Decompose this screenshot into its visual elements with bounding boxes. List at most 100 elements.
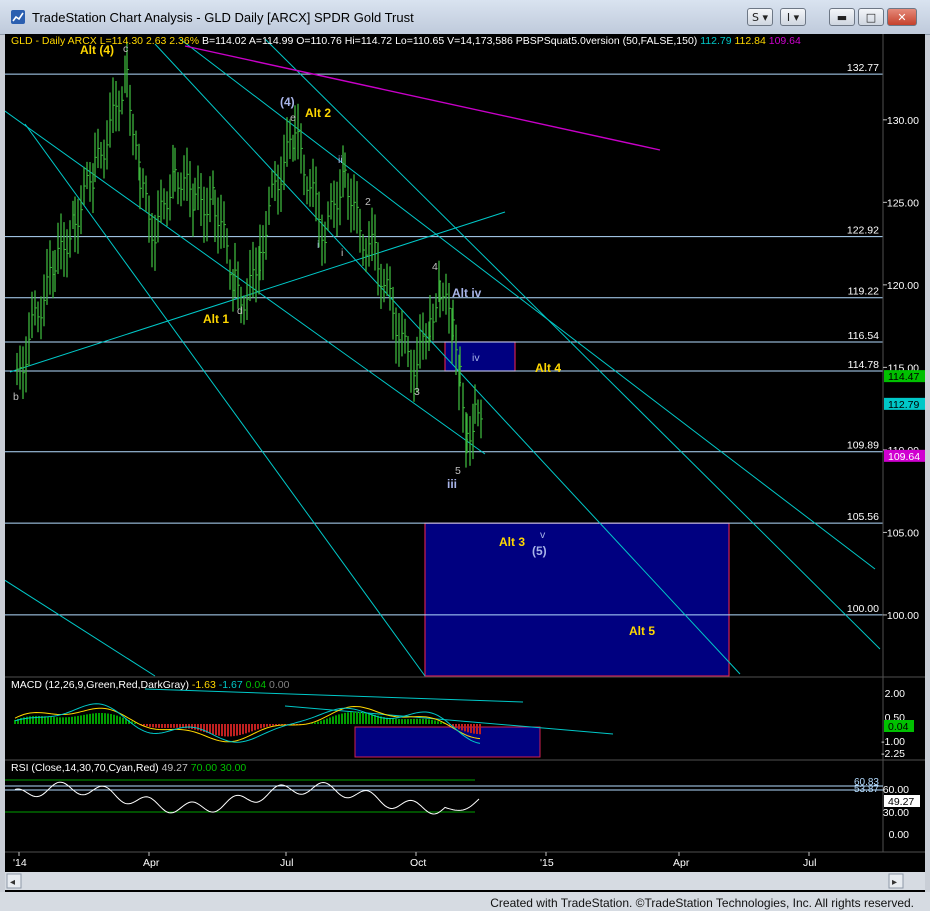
price-axis-label: 105.00 — [887, 527, 919, 539]
wave-label: Alt 3 — [499, 535, 525, 549]
i-menu-button[interactable]: I ▾ — [780, 8, 806, 26]
header-ask: A=114.99 — [249, 35, 296, 47]
horizontal-scrollbar[interactable]: ◂ ▸ — [5, 872, 925, 890]
price-badge-text: 112.79 — [888, 399, 919, 411]
maximize-button[interactable]: □ — [858, 8, 884, 26]
time-axis-label: Jul — [803, 857, 816, 869]
header-pct: 2.36% — [169, 35, 202, 47]
macd-value: 0.04 — [246, 679, 269, 691]
rsi-badge-text: 49.27 — [888, 796, 914, 808]
wave-label: iv — [472, 352, 480, 364]
rsi-title: RSI (Close,14,30,70,Cyan,Red) — [11, 762, 162, 774]
price-badge-text: 109.64 — [888, 451, 920, 463]
price-axis-label: 130.00 — [887, 115, 919, 127]
chevron-left-icon: ◂ — [10, 877, 15, 888]
wave-label: iii — [447, 477, 457, 491]
header-high: Hi=114.72 — [345, 35, 395, 47]
s-menu-button[interactable]: S ▾ — [747, 8, 773, 26]
price-badge-text: 114.47 — [888, 371, 919, 383]
wave-label: 2 — [365, 196, 371, 208]
rsi-level-label: 53.87 — [854, 784, 879, 795]
rsi-axis-label: 60.00 — [883, 784, 909, 796]
header-symbol: GLD - Daily — [11, 35, 68, 47]
wave-label: (4) — [280, 95, 295, 109]
time-axis-label: Apr — [673, 857, 690, 869]
macd-value: -1.63 — [192, 679, 219, 691]
wave-label: i — [341, 247, 343, 259]
macd-value: 0.00 — [269, 679, 290, 691]
chart-canvas[interactable]: 132.77 122.92 119.22 116.54 114.78 109.89 105.… — [5, 34, 925, 892]
wave-label: 5 — [455, 465, 461, 477]
i-menu-label: I — [786, 11, 791, 24]
level-label: 109.89 — [847, 440, 879, 452]
rsi-panel: RSI (Close,14,30,70,Cyan,Red) 49.27 70.0… — [5, 759, 925, 841]
footer: Created with TradeStation. ©TradeStation… — [0, 892, 930, 911]
wave-label: d — [237, 305, 243, 317]
header-indicator: PBSPSquat5.0version (50,FALSE,150) — [516, 35, 700, 47]
price-axis-label: 100.00 — [887, 610, 919, 622]
rsi-value: 70.00 — [191, 762, 220, 774]
wave-label: ii — [338, 154, 343, 166]
time-axis-label: '14 — [13, 857, 27, 869]
minimize-button[interactable]: ▬ — [829, 8, 855, 26]
chevron-right-icon: ▸ — [892, 877, 897, 888]
copyright-credit: Created with TradeStation. ©TradeStation… — [490, 896, 914, 910]
level-label: 132.77 — [847, 62, 879, 74]
macd-axis-label: -2.25 — [881, 748, 905, 760]
header-indicator-value: 109.64 — [769, 35, 801, 47]
title-bar: TradeStation Chart Analysis - GLD Daily … — [0, 0, 930, 35]
time-axis-label: Jul — [280, 857, 293, 869]
wave-5-box — [424, 522, 730, 677]
macd-axis-label: 2.00 — [885, 688, 906, 700]
macd-value: -1.67 — [219, 679, 246, 691]
header-last: L=114.30 — [100, 35, 146, 47]
level-label: 116.54 — [848, 330, 879, 342]
wave-label: Alt 5 — [629, 624, 655, 638]
time-axis-label: '15 — [540, 857, 554, 869]
wave-label: Alt 1 — [203, 312, 229, 326]
rsi-header: RSI (Close,14,30,70,Cyan,Red) 49.27 70.0… — [11, 762, 246, 774]
time-axis: '14 Apr Jul Oct '15 Apr Jul — [5, 851, 925, 869]
header-low: Lo=110.65 — [395, 35, 447, 47]
macd-axis-label: -1.00 — [881, 736, 905, 748]
wave-label: i — [317, 239, 319, 251]
wave-label: 3 — [414, 386, 420, 398]
close-button[interactable]: ✕ — [887, 8, 917, 26]
header-indicator-value: 112.84 — [734, 35, 768, 47]
wave-label: e — [290, 112, 296, 124]
window-title: TradeStation Chart Analysis - GLD Daily … — [32, 10, 414, 25]
macd-header: MACD (12,26,9,Green,Red,DarkGray) -1.63 … — [11, 679, 290, 691]
wave-label: Alt iv — [452, 286, 482, 300]
chart-frame: 132.77 122.92 119.22 116.54 114.78 109.89 105.… — [5, 34, 925, 892]
rsi-value: 49.27 — [162, 762, 191, 774]
macd-title: MACD (12,26,9,Green,Red,DarkGray) — [11, 679, 192, 691]
price-header: GLD - Daily ARCX L=114.30 2.63 2.36% B=1… — [11, 35, 801, 47]
wave-label: Alt 4 — [535, 361, 561, 375]
level-label: 100.00 — [847, 603, 879, 615]
header-exchange: ARCX — [68, 35, 100, 47]
wave-label: Alt 2 — [305, 106, 331, 120]
macd-box — [354, 726, 541, 758]
time-axis-label: Apr — [143, 857, 160, 869]
time-axis-label: Oct — [410, 857, 426, 869]
header-open: O=110.76 — [296, 35, 345, 47]
wave-label: v — [540, 529, 546, 541]
price-axis-label: 125.00 — [887, 197, 919, 209]
tradestation-app-icon — [11, 10, 25, 24]
header-volume: V=14,173,586 — [447, 35, 516, 47]
level-label: 122.92 — [847, 225, 879, 237]
header-change: 2.63 — [146, 35, 169, 47]
macd-badge-text: 0.04 — [888, 721, 909, 733]
wave-label: (5) — [532, 544, 547, 558]
rsi-axis-label: 0.00 — [889, 829, 910, 841]
wave-label: b — [13, 391, 19, 403]
price-axis-label: 120.00 — [887, 280, 919, 292]
level-label: 105.56 — [847, 511, 879, 523]
header-indicator-value: 112.79 — [700, 35, 734, 47]
rsi-axis-label: 30.00 — [883, 807, 909, 819]
level-label: 119.22 — [848, 286, 879, 298]
level-label: 114.78 — [848, 359, 879, 371]
s-menu-label: S — [751, 11, 759, 24]
rsi-line — [14, 781, 480, 815]
scrollbar-track[interactable] — [5, 872, 925, 890]
